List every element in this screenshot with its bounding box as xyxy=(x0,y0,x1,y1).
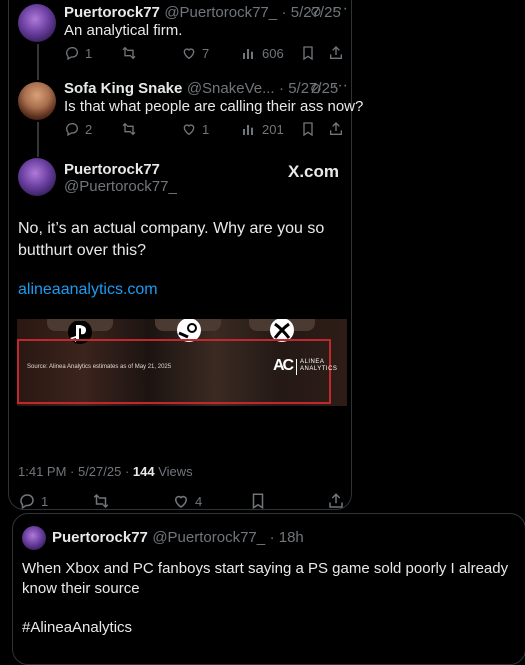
share-icon xyxy=(329,493,343,508)
avatar[interactable] xyxy=(22,526,46,550)
alinea-logo-mark: AC xyxy=(273,357,294,374)
handle[interactable]: @Puertorock77_ xyxy=(164,4,277,21)
like-count: 4 xyxy=(195,493,203,509)
views-count: 144 xyxy=(132,464,155,479)
bookmark-button[interactable] xyxy=(300,121,316,137)
handle[interactable]: @SnakeVe... xyxy=(187,80,275,97)
retweet-button[interactable] xyxy=(121,121,137,137)
tweet-header: Puertorock77 @Puertorock77_ · 5/27/25 xyxy=(64,4,341,22)
tweet-media-image[interactable]: Source: Alinea Analytics estimates as of… xyxy=(17,319,347,406)
display-name[interactable]: Puertorock77 xyxy=(64,161,160,178)
reply-icon xyxy=(20,494,34,510)
retweet-icon xyxy=(93,493,109,509)
thread-line xyxy=(37,122,39,157)
reply-icon xyxy=(65,46,78,61)
handle[interactable]: @Puertorock77_ xyxy=(152,529,265,546)
avatar[interactable] xyxy=(18,4,56,42)
view-count: 606 xyxy=(262,45,284,61)
alinea-logo-text: ALINEA ANALYTICS xyxy=(300,359,337,373)
heart-icon xyxy=(183,48,195,60)
display-name[interactable]: Sofa King Snake xyxy=(64,80,182,97)
tweet-meta: 1:41 PM · 5/27/25 · 144 Views xyxy=(18,464,193,479)
share-button[interactable] xyxy=(328,45,344,61)
reply-count: 1 xyxy=(41,493,49,509)
views-icon xyxy=(243,125,253,135)
alinea-logo-line-2: ANALYTICS xyxy=(300,366,338,372)
share-icon xyxy=(330,122,342,135)
hashtag[interactable]: #AlineaAnalytics xyxy=(22,619,132,636)
reply-count: 1 xyxy=(85,45,93,61)
views-label: Views xyxy=(158,464,193,479)
share-button[interactable] xyxy=(327,492,345,510)
bookmark-button[interactable] xyxy=(300,45,316,61)
heart-icon xyxy=(174,495,188,508)
tweet-header: Puertorock77 @Puertorock77_ · 18h xyxy=(52,529,304,547)
tweet-header: Sofa King Snake @SnakeVe... · 5/27/25 xyxy=(64,80,338,98)
like-button[interactable]: 1 xyxy=(181,121,209,137)
media-source-text: Source: Alinea Analytics estimates as of… xyxy=(27,364,172,370)
alinea-logo-line-1: ALINEA xyxy=(300,359,325,365)
retweet-icon xyxy=(122,122,136,136)
tweet-text: Is that what people are calling their as… xyxy=(64,98,364,115)
timestamp[interactable]: · 18h xyxy=(270,529,304,546)
bookmark-icon xyxy=(303,46,313,61)
alinea-logo-divider xyxy=(296,359,297,375)
tweet-text: No, it’s an actual company. Why are you … xyxy=(18,220,325,259)
views-button[interactable]: 201 xyxy=(241,121,284,137)
grok-icon[interactable]: ⊘ xyxy=(310,3,322,20)
avatar[interactable] xyxy=(18,158,56,196)
bookmark-icon xyxy=(303,122,313,137)
reply-icon xyxy=(65,122,78,137)
timestamp[interactable]: · 5/27/25 xyxy=(279,80,338,97)
retweet-icon xyxy=(122,46,136,60)
retweet-button[interactable] xyxy=(92,492,110,510)
avatar[interactable] xyxy=(18,82,56,120)
tweet-time[interactable]: 1:41 PM · 5/27/25 · xyxy=(18,464,129,479)
display-name[interactable]: Puertorock77 xyxy=(52,529,148,546)
like-count: 7 xyxy=(202,45,210,61)
views-icon xyxy=(243,49,253,59)
reply-button[interactable]: 2 xyxy=(64,121,92,137)
reply-button[interactable]: 1 xyxy=(18,492,48,510)
handle[interactable]: @Puertorock77_ xyxy=(64,178,177,195)
like-count: 1 xyxy=(202,121,210,137)
display-name[interactable]: Puertorock77 xyxy=(64,4,160,21)
thread-line xyxy=(37,44,39,80)
retweet-button[interactable] xyxy=(121,45,137,61)
views-button[interactable]: 606 xyxy=(241,45,284,61)
reply-button[interactable]: 1 xyxy=(64,45,92,61)
x-brand-label: X.com xyxy=(288,162,340,181)
grok-icon[interactable]: ⊘ xyxy=(310,80,322,97)
more-icon[interactable]: ··· xyxy=(332,0,348,18)
heart-icon xyxy=(183,124,195,136)
tweet-text: An analytical firm. xyxy=(64,22,183,39)
like-button[interactable]: 4 xyxy=(172,492,202,510)
more-icon[interactable]: ··· xyxy=(332,77,348,95)
reply-count: 2 xyxy=(85,121,93,137)
tweet-link[interactable]: alineaanalytics.com xyxy=(18,279,158,301)
bookmark-button[interactable] xyxy=(249,492,267,510)
tweet-text: When Xbox and PC fanboys start saying a … xyxy=(22,560,509,597)
bookmark-icon xyxy=(252,493,264,510)
like-button[interactable]: 7 xyxy=(181,45,209,61)
view-count: 201 xyxy=(262,121,284,137)
share-icon xyxy=(330,46,342,59)
share-button[interactable] xyxy=(328,121,344,137)
